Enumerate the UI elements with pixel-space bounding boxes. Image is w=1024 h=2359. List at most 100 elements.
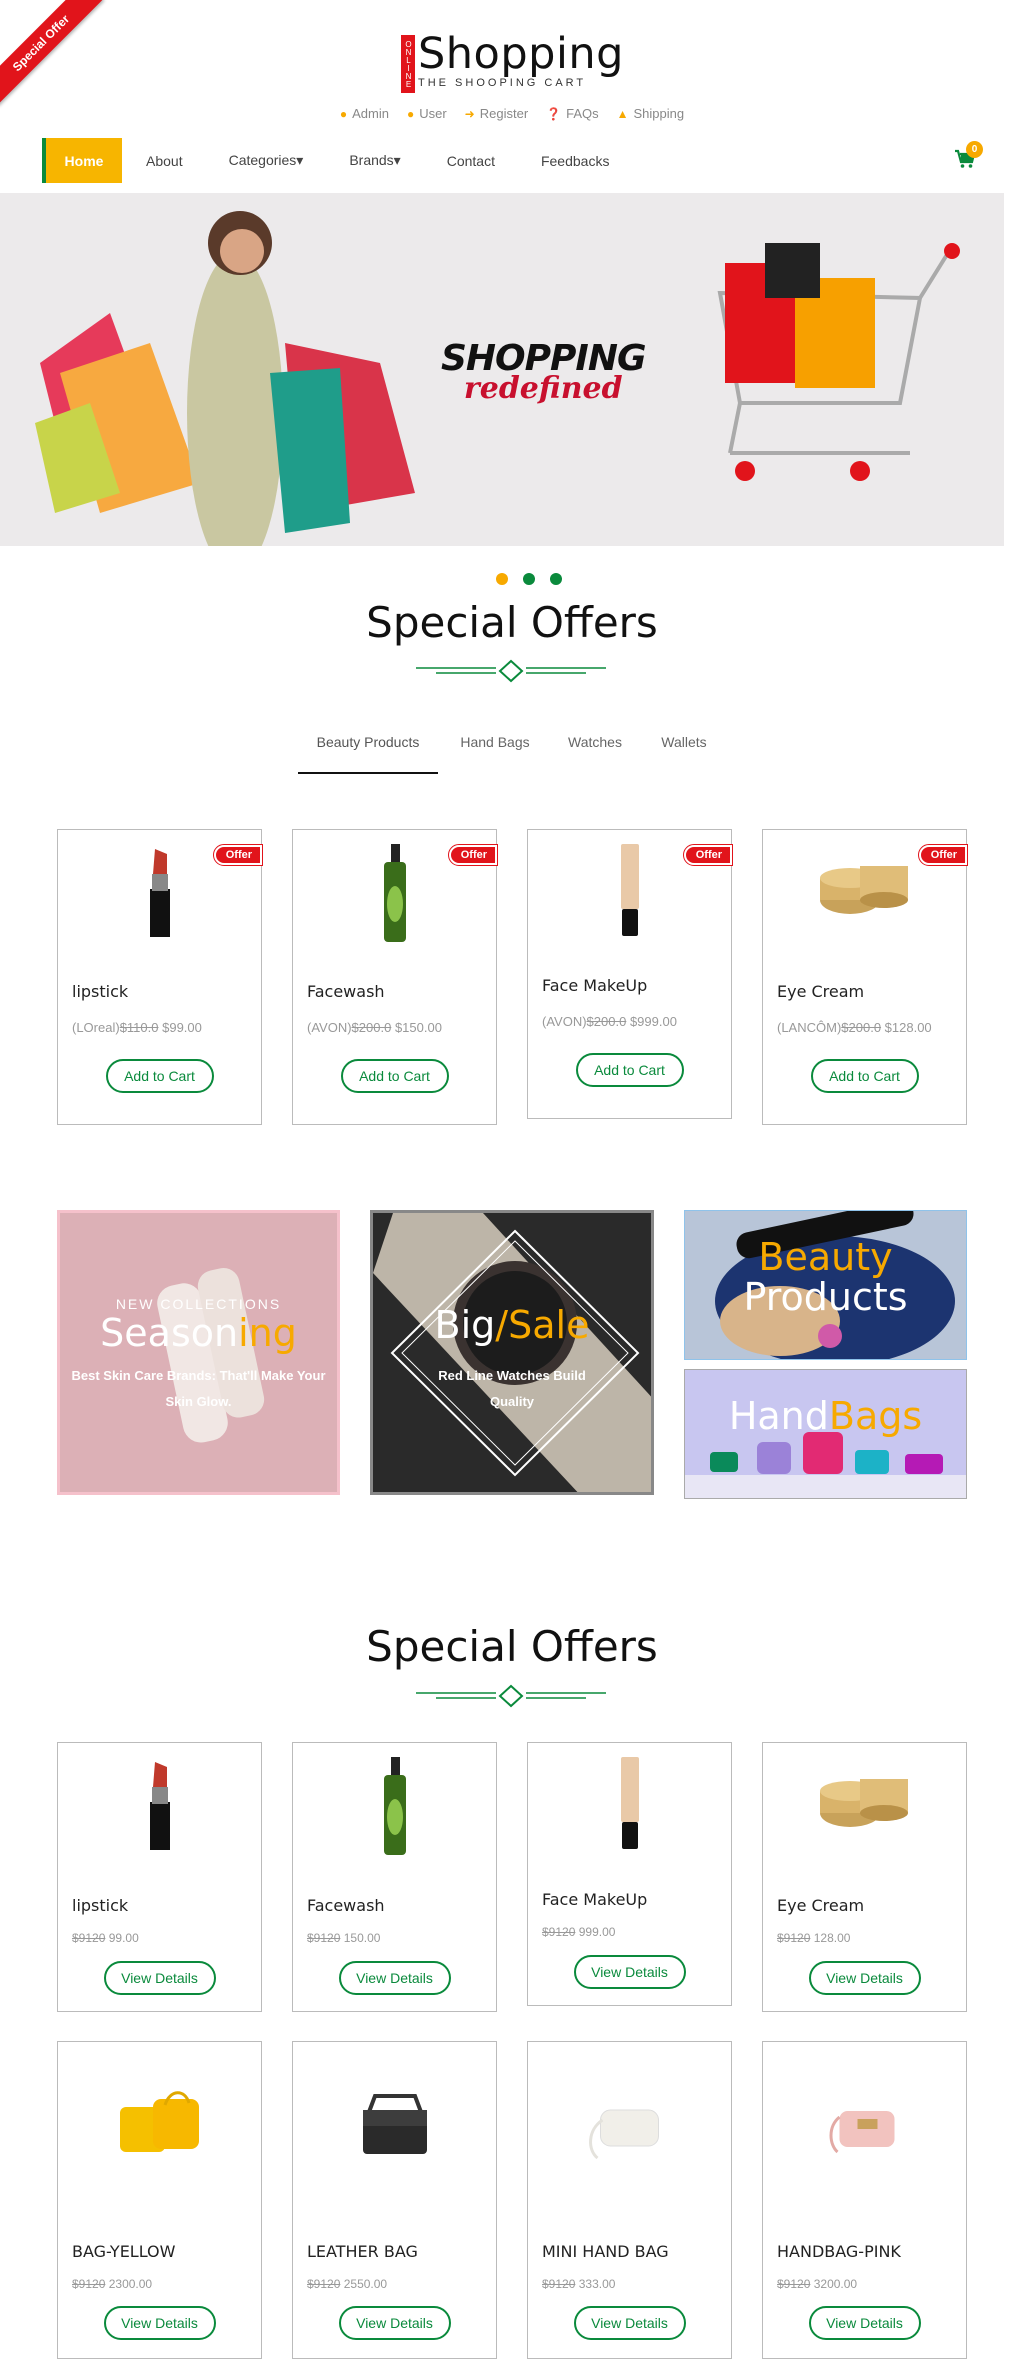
product-name: lipstick	[72, 1896, 129, 1915]
view-details-button[interactable]: View Details	[573, 1955, 686, 1989]
lipstick-image	[149, 849, 170, 937]
add-to-cart-button[interactable]: Add to Cart	[575, 1053, 684, 1087]
product-name: Facewash	[307, 1896, 385, 1915]
product-name: Face MakeUp	[542, 1890, 648, 1909]
product-name: LEATHER BAG	[307, 2242, 418, 2261]
nav-categories[interactable]: Categories▾	[206, 152, 327, 169]
hero-text: SHOPPING redefined	[441, 338, 647, 406]
offer-badge: Offer	[682, 844, 734, 866]
admin-link[interactable]: ● Admin	[340, 106, 389, 121]
offer-card-eye-cream[interactable]: Offer Eye Cream (LANCÔM)$200.0 $128.00 A…	[762, 829, 969, 1125]
product-price: $9120 128.00	[777, 1931, 851, 1945]
nav-home[interactable]: Home	[42, 138, 122, 183]
view-details-button[interactable]: View Details	[103, 2306, 216, 2340]
user-icon: ●	[406, 106, 415, 121]
register-link[interactable]: ➜ Register	[465, 106, 528, 121]
cart-count-badge: 0	[966, 141, 983, 158]
product-price: (AVON)$200.0 $999.00	[542, 1014, 677, 1029]
nav-feedbacks[interactable]: Feedbacks	[518, 153, 632, 169]
add-to-cart-button[interactable]: Add to Cart	[340, 1059, 449, 1093]
shipping-icon: ▲	[616, 106, 629, 121]
tab-beauty-products[interactable]: Beauty Products	[298, 734, 438, 774]
watch-image	[373, 1213, 651, 1492]
carousel-dot-2[interactable]	[523, 573, 535, 585]
big-sale-title: Big/Sale	[434, 1303, 590, 1347]
product-price: $9120 2300.00	[72, 2277, 153, 2291]
question-icon: ❓	[546, 106, 562, 121]
product-price: (LANCÔM)$200.0 $128.00	[777, 1020, 932, 1035]
promo-beauty-products[interactable]: Beauty Products	[684, 1210, 967, 1360]
offer-card-lipstick[interactable]: Offer lipstick (LOreal)$110.0 $99.00 Add…	[57, 829, 264, 1125]
lipstick-image	[149, 1762, 170, 1850]
shipping-label: Shipping	[633, 106, 685, 121]
promo-big-sale[interactable]: Big/Sale Red Line Watches Build Quality	[370, 1210, 654, 1495]
product-card-handbag-pink[interactable]: HANDBAG-PINK $9120 3200.00 View Details	[762, 2041, 967, 2359]
product-name: Face MakeUp	[542, 976, 648, 995]
add-to-cart-button[interactable]: Add to Cart	[105, 1059, 214, 1093]
product-price: $9120 3200.00	[777, 2277, 858, 2291]
carousel-dot-3[interactable]	[550, 573, 562, 585]
offer-card-facewash[interactable]: Offer Facewash (AVON)$200.0 $150.00 Add …	[292, 829, 499, 1125]
beauty-products-title: Beauty Products	[743, 1235, 908, 1319]
user-link[interactable]: ● User	[407, 106, 447, 121]
nav-brands[interactable]: Brands▾	[326, 152, 423, 169]
arrow-right-icon: ➜	[464, 106, 475, 121]
offer-badge: Offer	[212, 844, 264, 866]
product-name: HANDBAG-PINK	[777, 2242, 901, 2261]
hero-banner: SHOPPING redefined	[0, 193, 1004, 546]
product-price: $9120 2550.00	[307, 2277, 388, 2291]
cart-button[interactable]: 0	[950, 141, 983, 171]
offer-badge: Offer	[447, 844, 499, 866]
leather-bag-image	[362, 2094, 427, 2154]
product-price: $9120 99.00	[72, 1931, 139, 1945]
product-price: (LOreal)$110.0 $99.00	[72, 1020, 202, 1035]
product-card-mini-hand-bag[interactable]: MINI HAND BAG $9120 333.00 View Details	[527, 2041, 732, 2359]
view-details-button[interactable]: View Details	[808, 1961, 921, 1995]
shipping-link[interactable]: ▲ Shipping	[617, 106, 685, 121]
seasoning-title: Seasoning	[100, 1311, 297, 1355]
ribbon-label: Special Offer	[0, 0, 104, 106]
product-card-eye-cream[interactable]: Eye Cream $9120 128.00 View Details	[762, 1742, 967, 2012]
shopping-cart-image	[717, 243, 960, 481]
view-details-button[interactable]: View Details	[103, 1961, 216, 1995]
offer-card-face-makeup[interactable]: Offer Face MakeUp (AVON)$200.0 $999.00 A…	[527, 829, 734, 1119]
user-label: User	[419, 106, 447, 121]
mini-hand-bag-image	[588, 2109, 659, 2160]
facewash-image	[383, 1757, 406, 1855]
view-details-button[interactable]: View Details	[338, 1961, 451, 1995]
title-divider-1	[416, 659, 606, 683]
nav-contact[interactable]: Contact	[424, 153, 518, 169]
carousel-dot-1[interactable]	[496, 573, 508, 585]
tab-watches[interactable]: Watches	[552, 734, 638, 774]
product-card-leather-bag[interactable]: LEATHER BAG $9120 2550.00 View Details	[292, 2041, 497, 2359]
view-details-button[interactable]: View Details	[338, 2306, 451, 2340]
logo-title: Shopping	[418, 29, 624, 79]
eye-cream-image	[819, 866, 908, 914]
view-details-button[interactable]: View Details	[808, 2306, 921, 2340]
logo-vertical-text: ONLINE	[401, 35, 415, 93]
pink-handbag-image	[829, 2111, 894, 2154]
product-card-face-makeup[interactable]: Face MakeUp $9120 999.00 View Details	[527, 1742, 732, 2006]
product-card-lipstick[interactable]: lipstick $9120 99.00 View Details	[57, 1742, 262, 2012]
view-details-button[interactable]: View Details	[573, 2306, 686, 2340]
hero-woman-image	[35, 211, 415, 546]
yellow-bag-image	[119, 2091, 199, 2152]
tab-wallets[interactable]: Wallets	[638, 734, 730, 774]
promo-hand-bags[interactable]: HandBags	[684, 1369, 967, 1499]
special-offer-ribbon: Special Offer	[0, 0, 110, 110]
tab-hand-bags[interactable]: Hand Bags	[438, 734, 552, 774]
product-card-facewash[interactable]: Facewash $9120 150.00 View Details	[292, 1742, 497, 2012]
faqs-link[interactable]: ❓ FAQs	[546, 106, 598, 121]
product-price: $9120 333.00	[542, 2277, 616, 2291]
product-card-bag-yellow[interactable]: BAG-YELLOW $9120 2300.00 View Details	[57, 2041, 262, 2359]
site-logo[interactable]: ONLINE Shopping THE SHOOPING CART	[401, 31, 624, 93]
title-divider-2	[416, 1684, 606, 1708]
product-name: MINI HAND BAG	[542, 2242, 669, 2261]
admin-label: Admin	[352, 106, 389, 121]
nav-about[interactable]: About	[122, 153, 206, 169]
seasoning-text: Best Skin Care Brands: That'll Make Your…	[71, 1368, 326, 1409]
face-makeup-image	[620, 844, 639, 936]
add-to-cart-button[interactable]: Add to Cart	[810, 1059, 919, 1093]
promo-seasoning[interactable]: NEW COLLECTIONS Seasoning Best Skin Care…	[57, 1210, 340, 1495]
face-makeup-image	[620, 1757, 639, 1849]
